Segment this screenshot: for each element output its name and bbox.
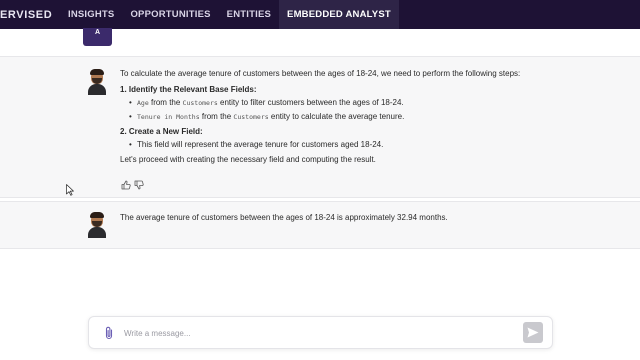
main-nav: INSIGHTS OPPORTUNITIES ENTITIES EMBEDDED… bbox=[60, 0, 399, 29]
paperclip-icon[interactable] bbox=[104, 326, 114, 340]
message-content: To calculate the average tenure of custo… bbox=[120, 69, 610, 171]
list-item: Age from the Customers entity to filter … bbox=[129, 98, 610, 109]
step-title: 1. Identify the Relevant Base Fields: bbox=[120, 84, 257, 94]
list-item: Tenure in Months from the Customers enti… bbox=[129, 112, 610, 123]
entity-name: Customers bbox=[182, 98, 218, 107]
message-input[interactable] bbox=[124, 325, 504, 341]
list-item-text: from the bbox=[148, 97, 183, 107]
user-avatar: A bbox=[83, 28, 112, 46]
nav-insights[interactable]: INSIGHTS bbox=[60, 0, 122, 29]
field-name: Tenure in Months bbox=[137, 113, 200, 122]
field-name: Age bbox=[137, 98, 149, 107]
message-composer bbox=[88, 316, 553, 349]
message-content: The average tenure of customers between … bbox=[120, 213, 610, 229]
top-navigation-bar: ERVISED INSIGHTS OPPORTUNITIES ENTITIES … bbox=[0, 0, 640, 29]
list-item-text: entity to filter customers between the a… bbox=[217, 97, 404, 107]
assistant-avatar bbox=[87, 69, 107, 95]
list-item-text: entity to calculate the average tenure. bbox=[268, 112, 405, 122]
nav-embedded-analyst[interactable]: EMBEDDED ANALYST bbox=[279, 0, 399, 29]
message-text: The average tenure of customers between … bbox=[120, 213, 448, 222]
send-button[interactable] bbox=[523, 322, 543, 343]
brand-logo-text[interactable]: ERVISED bbox=[0, 9, 58, 21]
mouse-cursor-icon bbox=[66, 184, 74, 196]
entity-name: Customers bbox=[233, 113, 269, 122]
list-item: This field will represent the average te… bbox=[129, 140, 610, 151]
thumbs-down-icon[interactable] bbox=[134, 180, 144, 190]
message-intro: To calculate the average tenure of custo… bbox=[120, 69, 521, 78]
list-item-text: from the bbox=[199, 112, 234, 122]
message-closing: Let's proceed with creating the necessar… bbox=[120, 154, 376, 164]
step-2: 2. Create a New Field: This field will r… bbox=[120, 127, 610, 151]
send-icon bbox=[527, 327, 539, 338]
nav-opportunities[interactable]: OPPORTUNITIES bbox=[122, 0, 218, 29]
assistant-message: To calculate the average tenure of custo… bbox=[0, 56, 640, 198]
feedback-controls bbox=[121, 180, 144, 190]
thumbs-up-icon[interactable] bbox=[121, 180, 131, 190]
nav-entities[interactable]: ENTITIES bbox=[219, 0, 279, 29]
assistant-message: The average tenure of customers between … bbox=[0, 201, 640, 249]
assistant-avatar bbox=[87, 212, 107, 238]
step-1: 1. Identify the Relevant Base Fields: Ag… bbox=[120, 85, 610, 123]
step-title: 2. Create a New Field: bbox=[120, 127, 203, 137]
